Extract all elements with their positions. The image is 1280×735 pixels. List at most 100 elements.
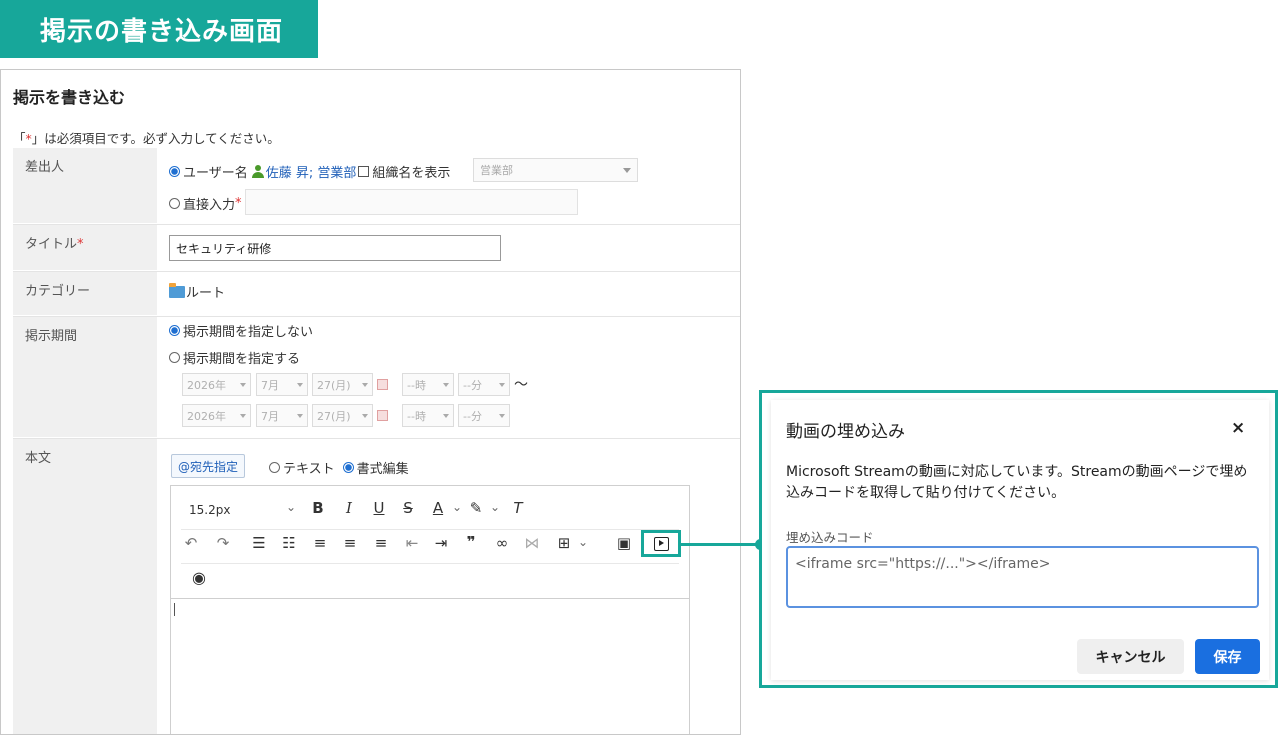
username-radio[interactable] <box>169 166 180 177</box>
category-value: ルート <box>186 286 226 301</box>
bullet-list-icon[interactable]: ☰ <box>249 534 269 552</box>
font-size-value: 15.2px <box>189 503 231 517</box>
start-day-select[interactable]: 27(月) <box>312 373 373 396</box>
text-mode-label: テキスト <box>283 462 335 477</box>
unlink-icon[interactable]: ⋈ <box>522 534 542 552</box>
rich-mode-radio[interactable] <box>342 462 354 473</box>
close-icon[interactable]: × <box>1231 418 1245 438</box>
bold-icon[interactable]: B <box>308 499 328 517</box>
form-title: 掲示を書き込む <box>13 88 126 107</box>
user-icon <box>251 165 264 178</box>
font-size-select[interactable]: 15.2px <box>189 503 230 517</box>
start-year-select[interactable]: 2026年 <box>182 373 251 396</box>
title-label: タイトル <box>25 237 78 252</box>
period-none-radio[interactable] <box>169 325 180 336</box>
outdent-icon[interactable]: ⇤ <box>402 534 422 552</box>
dialog-title: 動画の埋め込み <box>786 422 905 442</box>
body-label: 本文 <box>25 451 52 466</box>
underline-icon[interactable]: U <box>369 499 389 517</box>
show-org-checkbox[interactable] <box>358 166 370 177</box>
embed-video-dialog: 動画の埋め込み × Microsoft Streamの動画に対応しています。St… <box>771 400 1269 680</box>
font-color-icon[interactable]: A <box>428 499 448 517</box>
callout-connector-line <box>680 543 760 546</box>
start-minute-select[interactable]: --分 <box>458 373 510 396</box>
strikethrough-icon[interactable]: S <box>398 499 418 517</box>
username-option-label: ユーザー名 <box>183 166 248 181</box>
category-label-cell: カテゴリー <box>13 272 157 315</box>
title-label-cell: タイトル* <box>13 225 157 270</box>
cancel-button-label: キャンセル <box>1095 649 1166 666</box>
chevron-down-icon[interactable]: ⌄ <box>573 535 593 549</box>
category-label: カテゴリー <box>25 284 91 299</box>
period-option-set[interactable]: 掲示期間を指定する <box>169 348 300 367</box>
highlight-icon[interactable]: ✎ <box>466 499 486 517</box>
row-divider <box>13 438 740 439</box>
body-format-options: テキスト 書式編集 <box>269 458 409 477</box>
save-button[interactable]: 保存 <box>1195 639 1260 674</box>
category-value-row: ルート <box>169 282 225 301</box>
end-hour-select[interactable]: --時 <box>402 404 454 427</box>
sender-user-link[interactable]: 佐藤 昇; 営業部 <box>266 162 357 181</box>
redo-icon[interactable]: ↷ <box>213 534 233 552</box>
indent-icon[interactable]: ⇥ <box>431 534 451 552</box>
italic-icon[interactable]: I <box>339 499 359 517</box>
chevron-down-icon <box>297 414 303 418</box>
show-org-label: 組織名を表示 <box>372 166 451 181</box>
chevron-down-icon[interactable]: ⌄ <box>447 500 467 514</box>
direct-input-label: 直接入力 <box>183 198 236 213</box>
image-icon[interactable]: ▣ <box>614 534 634 552</box>
text-mode-radio[interactable] <box>269 462 280 473</box>
calendar-icon[interactable] <box>377 379 388 390</box>
calendar-icon[interactable] <box>377 410 388 421</box>
start-month-select[interactable]: 7月 <box>256 373 308 396</box>
toolbar-divider <box>181 529 679 530</box>
rich-mode-label: 書式編集 <box>356 462 409 477</box>
period-label-cell: 掲示期間 <box>13 317 157 437</box>
title-input[interactable]: セキュリティ研修 <box>169 235 501 261</box>
screen-title-banner: 掲示の書き込み画面 <box>0 0 318 58</box>
chevron-down-icon[interactable]: ⌄ <box>485 500 505 514</box>
start-hour-value: --時 <box>407 378 426 392</box>
clear-format-icon[interactable]: T <box>508 499 528 517</box>
end-minute-value: --分 <box>463 409 482 423</box>
quote-icon[interactable]: ❞ <box>461 533 481 551</box>
video-embed-button[interactable] <box>641 530 681 557</box>
align-right-icon[interactable]: ≡ <box>371 534 391 552</box>
embed-code-input[interactable]: <iframe src="https://..."></iframe> <box>786 546 1259 608</box>
direct-input-radio[interactable] <box>169 198 180 209</box>
chevron-down-icon[interactable]: ⌄ <box>281 500 301 514</box>
sender-label: 差出人 <box>25 160 65 175</box>
preview-eye-icon[interactable]: ◉ <box>189 568 209 587</box>
chevron-down-icon <box>499 414 505 418</box>
period-option-none[interactable]: 掲示期間を指定しない <box>169 321 313 340</box>
folder-icon <box>169 282 185 298</box>
table-icon[interactable]: ⊞ <box>554 534 574 552</box>
end-minute-select[interactable]: --分 <box>458 404 510 427</box>
required-note-open: 「 <box>13 131 26 146</box>
align-center-icon[interactable]: ≡ <box>340 534 360 552</box>
required-note: 「*」は必須項目です。必ず入力してください。 <box>13 128 280 147</box>
chevron-down-icon <box>240 383 246 387</box>
chevron-down-icon <box>623 168 631 173</box>
sender-label-cell: 差出人 <box>13 148 157 223</box>
embed-code-label: 埋め込みコード <box>786 530 874 545</box>
cancel-button[interactable]: キャンセル <box>1077 639 1184 674</box>
end-year-value: 2026年 <box>187 409 226 423</box>
end-year-select[interactable]: 2026年 <box>182 404 251 427</box>
start-day-value: 27(月) <box>317 378 351 392</box>
align-left-icon[interactable]: ≡ <box>310 534 330 552</box>
period-set-radio[interactable] <box>169 352 180 363</box>
mention-button[interactable]: @宛先指定 <box>171 454 246 478</box>
direct-input-required-star: * <box>235 196 242 211</box>
end-day-select[interactable]: 27(月) <box>312 404 373 427</box>
undo-icon[interactable]: ↶ <box>181 534 201 552</box>
org-select[interactable]: 営業部 <box>473 158 638 182</box>
numbered-list-icon[interactable]: ☷ <box>279 534 299 552</box>
link-icon[interactable]: ∞ <box>492 534 512 552</box>
text-cursor <box>174 603 175 616</box>
start-hour-select[interactable]: --時 <box>402 373 454 396</box>
period-tilde: 〜 <box>514 377 528 393</box>
end-month-select[interactable]: 7月 <box>256 404 308 427</box>
direct-input-field[interactable] <box>245 189 578 215</box>
end-day-value: 27(月) <box>317 409 351 423</box>
